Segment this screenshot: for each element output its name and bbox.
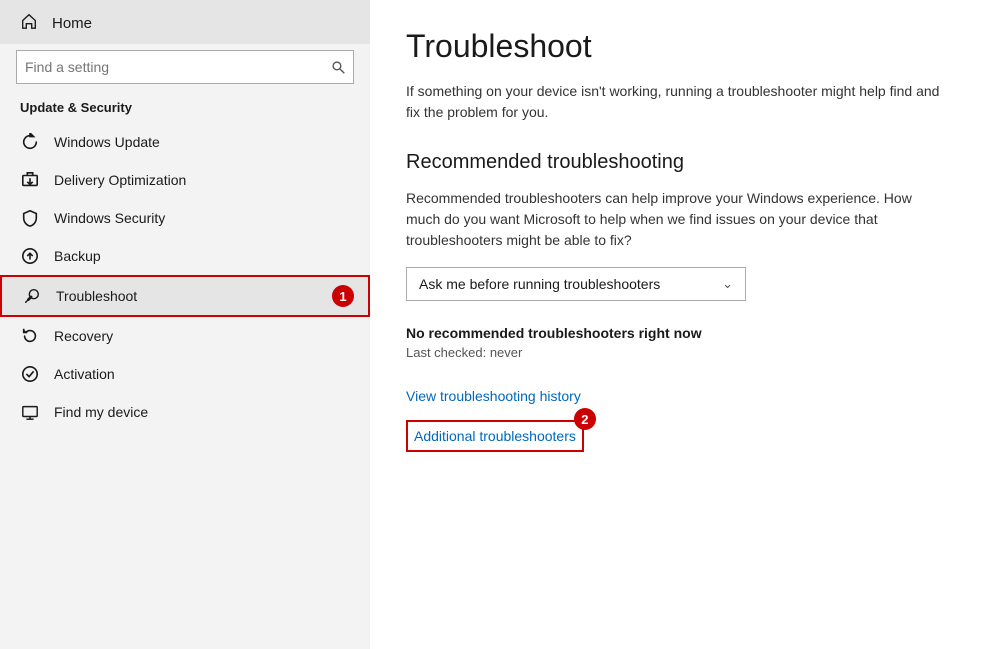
additional-troubleshooters-container: 2 Additional troubleshooters [406, 420, 961, 452]
update-icon [20, 133, 40, 151]
activation-icon [20, 365, 40, 383]
additional-troubleshooters-link[interactable]: Additional troubleshooters [414, 424, 576, 448]
page-title: Troubleshoot [406, 28, 961, 65]
find-device-icon [20, 403, 40, 421]
view-history-link[interactable]: View troubleshooting history [406, 388, 961, 404]
search-button[interactable] [331, 60, 345, 74]
sidebar-nav: Windows Update Delivery Optimization Win… [0, 123, 370, 649]
nav-item-delivery-optimization[interactable]: Delivery Optimization [0, 161, 370, 199]
nav-label-windows-update: Windows Update [54, 134, 160, 150]
dropdown-value: Ask me before running troubleshooters [419, 276, 660, 292]
recommended-section-desc: Recommended troubleshooters can help imp… [406, 188, 946, 251]
last-checked-text: Last checked: never [406, 345, 961, 360]
home-label: Home [52, 15, 92, 32]
nav-label-recovery: Recovery [54, 328, 113, 344]
main-content: Troubleshoot If something on your device… [370, 0, 997, 649]
search-box[interactable] [16, 50, 354, 84]
security-icon [20, 209, 40, 227]
nav-item-windows-update[interactable]: Windows Update [0, 123, 370, 161]
nav-item-find-my-device[interactable]: Find my device [0, 393, 370, 431]
sidebar: Home Update & Security Win [0, 0, 370, 649]
nav-item-activation[interactable]: Activation [0, 355, 370, 393]
nav-item-recovery[interactable]: Recovery [0, 317, 370, 355]
recovery-icon [20, 327, 40, 345]
search-wrap [0, 44, 370, 94]
nav-label-windows-security: Windows Security [54, 210, 165, 226]
search-input[interactable] [25, 59, 331, 75]
troubleshoot-badge: 1 [332, 285, 354, 307]
nav-item-backup[interactable]: Backup [0, 237, 370, 275]
sidebar-home-item[interactable]: Home [0, 0, 370, 44]
chevron-down-icon: ⌄ [722, 276, 733, 292]
nav-label-backup: Backup [54, 248, 101, 264]
troubleshooter-dropdown[interactable]: Ask me before running troubleshooters ⌄ [406, 267, 746, 301]
nav-item-windows-security[interactable]: Windows Security [0, 199, 370, 237]
nav-label-activation: Activation [54, 366, 115, 382]
nav-label-delivery-optimization: Delivery Optimization [54, 172, 186, 188]
backup-icon [20, 247, 40, 265]
page-description: If something on your device isn't workin… [406, 81, 946, 123]
additional-badge: 2 [574, 408, 596, 430]
section-title: Update & Security [0, 94, 370, 123]
home-icon [20, 12, 38, 34]
additional-troubleshooters-box: 2 Additional troubleshooters [406, 420, 584, 452]
no-recommended-text: No recommended troubleshooters right now [406, 325, 961, 341]
recommended-section-title: Recommended troubleshooting [406, 151, 961, 174]
nav-label-troubleshoot: Troubleshoot [56, 288, 137, 304]
troubleshoot-icon [22, 287, 42, 305]
dropdown-wrapper: Ask me before running troubleshooters ⌄ [406, 267, 961, 301]
nav-item-troubleshoot[interactable]: Troubleshoot 1 [0, 275, 370, 317]
delivery-icon [20, 171, 40, 189]
nav-label-find-my-device: Find my device [54, 404, 148, 420]
